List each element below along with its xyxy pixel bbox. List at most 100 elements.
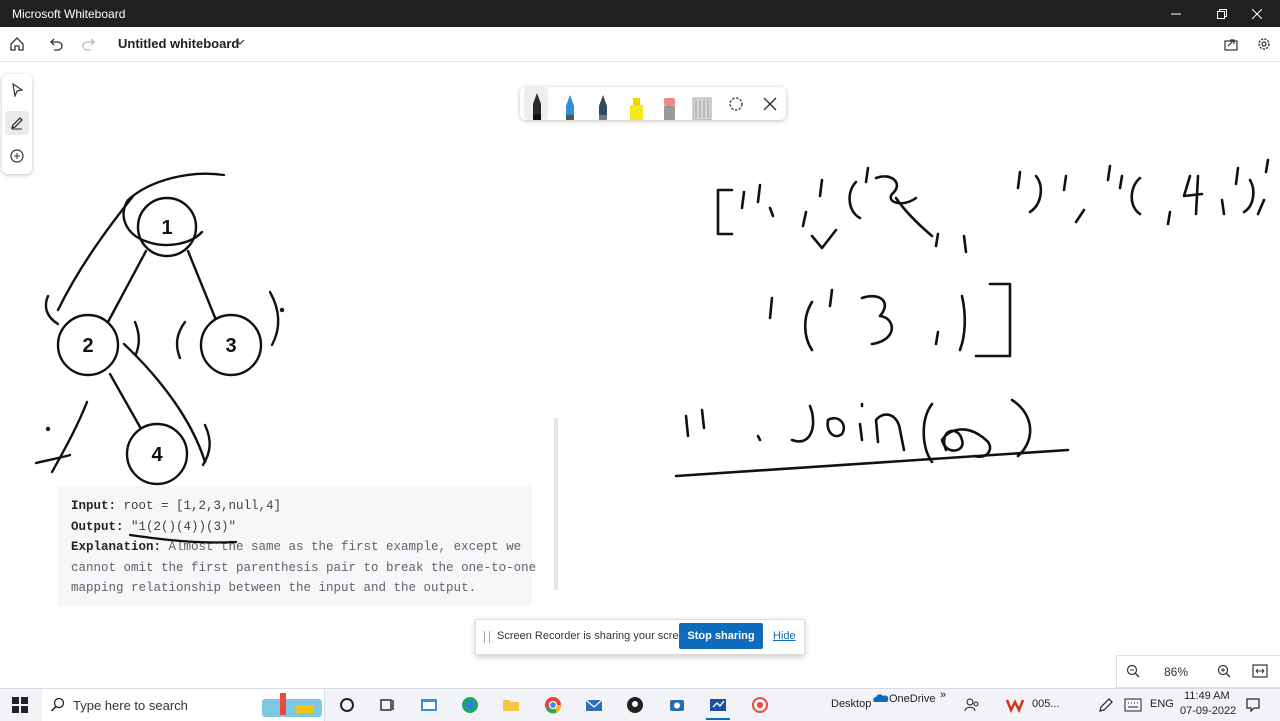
ink-stroke	[1256, 158, 1270, 216]
cortana-icon[interactable]	[337, 695, 357, 715]
ink-stroke	[818, 178, 824, 198]
mail-icon[interactable]	[584, 695, 604, 715]
tree-edge	[106, 249, 148, 324]
share-message: Screen Recorder is sharing your screen.	[497, 630, 694, 642]
snippet-explanation-line: Explanation: Almost the same as the firs…	[71, 540, 521, 554]
ink-stroke	[934, 294, 967, 352]
drag-handle[interactable]	[484, 631, 490, 643]
windows-taskbar: Type here to search Desktop OneDrive » 0…	[0, 688, 1280, 721]
ink-check	[810, 228, 838, 250]
ink-stroke	[934, 232, 968, 254]
ink-dot	[45, 426, 51, 432]
task-view-icon[interactable]	[377, 695, 397, 715]
ink-char	[874, 175, 934, 238]
keyboard-icon[interactable]	[1124, 698, 1142, 712]
ink-char	[1166, 174, 1204, 226]
chrome-icon[interactable]	[543, 695, 563, 715]
notification-icon[interactable]	[1245, 697, 1261, 713]
ink-bracket	[974, 282, 1012, 358]
taskbar-search-box[interactable]: Type here to search	[42, 689, 325, 721]
ink-paren	[848, 180, 862, 220]
people-icon[interactable]	[964, 697, 980, 713]
canvas-divider	[554, 418, 558, 590]
ink-char	[826, 416, 846, 438]
pen-tray-icon[interactable]	[1098, 697, 1114, 713]
ink-stroke	[175, 320, 187, 360]
tree-node-label: 4	[151, 444, 163, 466]
explanation-text: Almost the same as the first example, ex…	[161, 540, 522, 554]
language-indicator[interactable]: ENG	[1150, 698, 1174, 710]
whiteboard-canvas[interactable]: 1 2 3 4	[0, 0, 1280, 720]
snippet-input-line: Input: root = [1,2,3,null,4]	[71, 499, 281, 513]
input-value: root = [1,2,3,null,4]	[116, 499, 282, 513]
clock-time[interactable]: 11:49 AM	[1184, 690, 1230, 702]
problem-example-snippet: Input: root = [1,2,3,null,4] Output: "1(…	[58, 486, 536, 606]
onedrive-icon[interactable]	[872, 693, 888, 703]
search-placeholder: Type here to search	[73, 698, 188, 713]
tree-edge	[108, 372, 142, 429]
ink-stroke	[1220, 166, 1255, 216]
folder-icon[interactable]	[501, 695, 521, 715]
zoom-in-icon[interactable]	[1217, 664, 1231, 678]
handwritten-notes	[674, 158, 1270, 478]
screen-recorder-icon[interactable]	[750, 695, 770, 715]
ink-stroke	[864, 166, 870, 184]
ink-char	[874, 413, 906, 452]
ink-stroke	[50, 400, 89, 474]
chevron-more-icon[interactable]: »	[940, 689, 946, 701]
stop-sharing-button[interactable]: Stop sharing	[679, 623, 763, 649]
tree-node-label: 3	[225, 335, 236, 357]
explanation-text: mapping relationship between the input a…	[71, 581, 477, 595]
ink-char-3	[860, 295, 894, 346]
tree-edge	[186, 249, 218, 322]
ink-stroke	[768, 206, 808, 228]
tree-edges	[106, 249, 218, 429]
ink-stroke	[803, 288, 834, 352]
ink-stroke	[268, 290, 280, 347]
zoom-controls: 86%	[1116, 655, 1280, 688]
windows-start-icon[interactable]	[12, 697, 28, 713]
ink-stroke	[684, 408, 762, 442]
zoom-level[interactable]: 86%	[1164, 665, 1188, 679]
search-highlight-image	[262, 693, 322, 717]
input-label: Input:	[71, 499, 117, 513]
desktop-toolbar-label[interactable]: Desktop	[831, 698, 871, 710]
ink-char	[790, 404, 815, 443]
ink-underline	[674, 448, 1070, 478]
ink-stroke	[44, 294, 60, 326]
ink-dot	[279, 307, 285, 313]
ink-stroke	[133, 320, 141, 356]
explanation-text: cannot omit the first parenthesis pair t…	[71, 561, 537, 575]
hide-link[interactable]: Hide	[773, 630, 796, 642]
zoom-out-icon[interactable]	[1126, 664, 1140, 678]
ink-stroke	[740, 183, 762, 210]
snippet-output-line: Output: "1(2()(4))(3)"	[71, 520, 236, 534]
output-label: Output:	[71, 520, 124, 534]
whiteboard-app-icon[interactable]	[708, 695, 728, 715]
ink-stroke	[34, 453, 72, 465]
ink-stroke	[1016, 170, 1043, 214]
ink-stroke	[1106, 164, 1142, 216]
tree-node-label: 2	[82, 335, 93, 357]
ink-char	[858, 402, 864, 442]
screen-share-banner: Screen Recorder is sharing your screen. …	[475, 619, 805, 655]
fit-to-screen-icon[interactable]	[1252, 664, 1268, 678]
output-value: "1(2()(4))(3)"	[123, 520, 237, 534]
ink-paren	[1010, 398, 1032, 458]
app-tray-icon[interactable]	[1006, 697, 1028, 713]
ink-stroke	[1062, 174, 1086, 224]
camera-app-icon[interactable]	[667, 695, 687, 715]
ink-paren	[922, 402, 934, 464]
tree-node-label: 1	[161, 217, 172, 239]
ink-stroke	[768, 296, 774, 320]
pin-app-icon[interactable]	[625, 695, 645, 715]
app-icon[interactable]	[419, 695, 439, 715]
tray-app-label[interactable]: 005...	[1032, 698, 1060, 710]
onedrive-label[interactable]: OneDrive	[889, 693, 935, 705]
ink-char	[940, 428, 992, 458]
ink-bracket	[716, 188, 734, 236]
clock-date[interactable]: 07-09-2022	[1180, 705, 1236, 717]
edge-icon[interactable]	[460, 695, 480, 715]
explanation-label: Explanation:	[71, 540, 162, 554]
search-icon	[50, 697, 65, 712]
